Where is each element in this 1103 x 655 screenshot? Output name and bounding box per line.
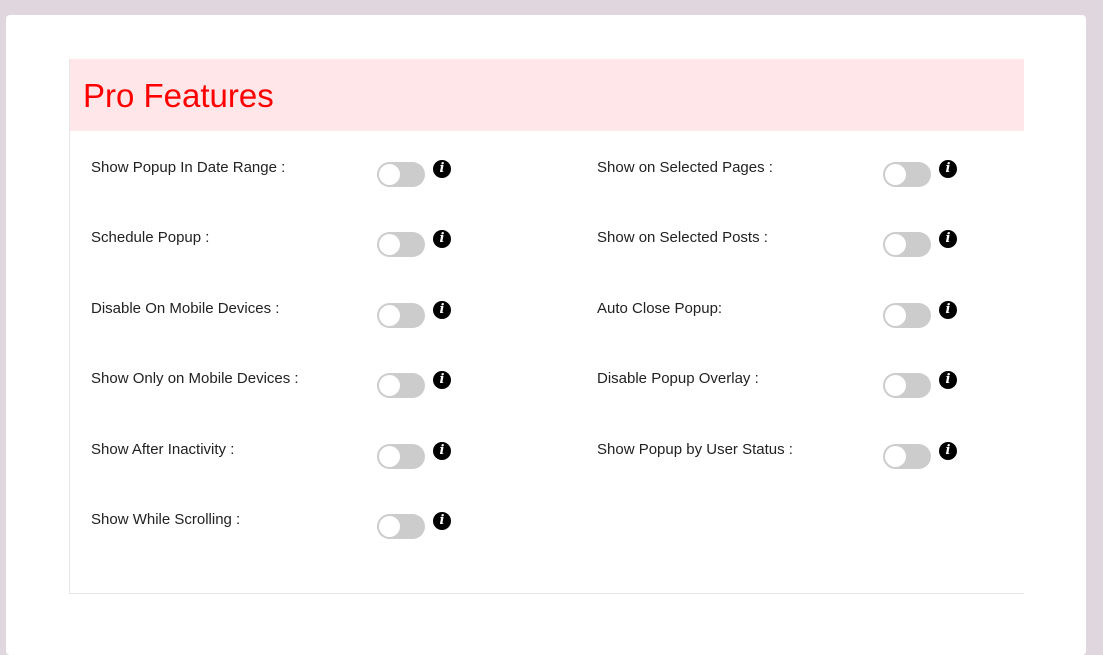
info-icon[interactable]: i <box>433 230 451 248</box>
info-icon[interactable]: i <box>433 371 451 389</box>
inactivity-toggle[interactable] <box>377 444 425 469</box>
toggle-knob <box>379 164 400 185</box>
pro-features-header: Pro Features <box>70 59 1024 131</box>
only-mobile-toggle[interactable] <box>377 373 425 398</box>
disable-mobile-toggle[interactable] <box>377 303 425 328</box>
auto-close-toggle[interactable] <box>883 303 931 328</box>
info-icon[interactable]: i <box>433 442 451 460</box>
info-icon[interactable]: i <box>939 301 957 319</box>
toggle-knob <box>885 375 906 396</box>
setting-label: Show Popup by User Status : <box>597 441 793 458</box>
user-status-toggle[interactable] <box>883 444 931 469</box>
toggle-knob <box>379 305 400 326</box>
info-icon[interactable]: i <box>939 160 957 178</box>
toggle-knob <box>379 234 400 255</box>
settings-card: Pro Features Show Popup In Date Range : … <box>6 15 1086 655</box>
setting-label: Schedule Popup : <box>91 229 210 246</box>
setting-label: Show Only on Mobile Devices : <box>91 370 299 387</box>
setting-label: Auto Close Popup: <box>597 300 723 317</box>
info-icon[interactable]: i <box>939 442 957 460</box>
info-icon[interactable]: i <box>433 512 451 530</box>
info-icon[interactable]: i <box>433 160 451 178</box>
toggle-knob <box>885 234 906 255</box>
info-icon[interactable]: i <box>939 230 957 248</box>
date-range-toggle[interactable] <box>377 162 425 187</box>
scrolling-toggle[interactable] <box>377 514 425 539</box>
selected-posts-toggle[interactable] <box>883 232 931 257</box>
setting-label: Disable On Mobile Devices : <box>91 300 280 317</box>
toggle-knob <box>379 375 400 396</box>
setting-label: Show After Inactivity : <box>91 441 235 458</box>
info-icon[interactable]: i <box>939 371 957 389</box>
toggle-knob <box>379 516 400 537</box>
disable-overlay-toggle[interactable] <box>883 373 931 398</box>
section-title: Pro Features <box>83 77 274 114</box>
setting-label: Show on Selected Posts : <box>597 229 768 246</box>
toggle-knob <box>885 305 906 326</box>
info-icon[interactable]: i <box>433 301 451 319</box>
setting-label: Show While Scrolling : <box>91 511 241 528</box>
toggle-knob <box>885 164 906 185</box>
schedule-popup-toggle[interactable] <box>377 232 425 257</box>
toggle-knob <box>885 446 906 467</box>
pro-features-panel: Pro Features Show Popup In Date Range : … <box>69 59 1024 594</box>
setting-label: Show on Selected Pages : <box>597 159 773 176</box>
setting-label: Disable Popup Overlay : <box>597 370 759 387</box>
setting-label: Show Popup In Date Range : <box>91 159 286 176</box>
toggle-knob <box>379 446 400 467</box>
selected-pages-toggle[interactable] <box>883 162 931 187</box>
